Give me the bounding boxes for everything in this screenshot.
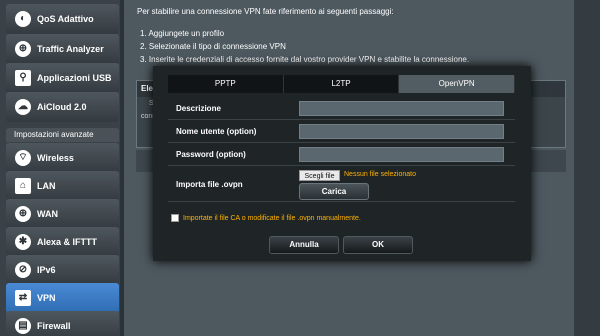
upload-button[interactable]: Carica [299, 183, 369, 200]
step-1: 1. Aggiungete un profilo [140, 29, 225, 38]
tab-l2tp[interactable]: L2TP [283, 75, 400, 93]
alexa-icon: ✱ [15, 234, 31, 250]
sidebar-item-lan[interactable]: ⌂ LAN [6, 171, 119, 201]
globe-icon: ⊕ [15, 206, 31, 222]
lan-icon: ⌂ [15, 178, 31, 194]
vpn-intro-text: Per stabilire una connessione VPN fate r… [137, 7, 394, 16]
description-row: Descrizione [168, 97, 515, 120]
import-ovpn-label: Importa file .ovpn [176, 180, 243, 189]
import-ovpn-row: Importa file .ovpn Scegli file Nessun fi… [168, 166, 515, 202]
vpn-profile-dialog: PPTP L2TP OpenVPN Descrizione Nome utent… [153, 66, 531, 261]
sidebar-item-label: LAN [37, 181, 56, 191]
sidebar-item-label: Wireless [37, 153, 74, 163]
ca-checkbox[interactable] [171, 214, 179, 222]
globe-icon: ⊕ [15, 41, 31, 57]
sidebar: ◐ QoS Adattivo ⊕ Traffic Analyzer ⚲ Appl… [0, 0, 120, 336]
password-input[interactable] [299, 147, 504, 162]
username-input[interactable] [299, 124, 504, 139]
wireless-icon: ⌔ [15, 150, 31, 166]
username-row: Nome utente (option) [168, 120, 515, 143]
sidebar-item-alexa-ifttt[interactable]: ✱ Alexa & IFTTT [6, 227, 119, 257]
sidebar-item-aicloud[interactable]: ☁ AiCloud 2.0 [6, 92, 119, 122]
sidebar-item-label: Firewall [37, 321, 71, 331]
ok-button[interactable]: OK [343, 236, 413, 254]
qos-icon: ◐ [15, 11, 31, 27]
sidebar-item-vpn[interactable]: ⇄ VPN [6, 283, 119, 313]
sidebar-item-label: QoS Adattivo [37, 14, 94, 24]
sidebar-item-wan[interactable]: ⊕ WAN [6, 199, 119, 229]
sidebar-item-wireless[interactable]: ⌔ Wireless [6, 143, 119, 173]
sidebar-item-label: AiCloud 2.0 [37, 102, 87, 112]
sidebar-item-label: IPv6 [37, 265, 56, 275]
step-2: 2. Selezionate il tipo di connessione VP… [140, 42, 286, 51]
cloud-icon: ☁ [15, 99, 31, 115]
advanced-settings-header: Impostazioni avanzate [6, 128, 119, 142]
password-row: Password (option) [168, 143, 515, 166]
sidebar-item-firewall[interactable]: ▤ Firewall [6, 311, 119, 336]
sidebar-item-usb[interactable]: ⚲ Applicazioni USB [6, 63, 119, 93]
sidebar-item-label: WAN [37, 209, 58, 219]
sidebar-item-label: Applicazioni USB [37, 73, 112, 83]
ipv6-icon: ⊘ [15, 262, 31, 278]
step-3: 3. Inserite le credenziali di accesso fo… [140, 55, 470, 64]
right-edge [574, 0, 600, 336]
ca-option: Importate il file CA o modificate il fil… [171, 214, 361, 222]
usb-icon: ⚲ [15, 70, 31, 86]
no-file-status: Nessun file selezionato [344, 171, 416, 178]
ca-option-label[interactable]: Importate il file CA o modificate il fil… [183, 215, 361, 222]
sidebar-item-ipv6[interactable]: ⊘ IPv6 [6, 255, 119, 285]
sidebar-item-label: Traffic Analyzer [37, 44, 104, 54]
sidebar-item-label: Alexa & IFTTT [37, 237, 98, 247]
vpn-icon: ⇄ [15, 290, 31, 306]
choose-file-button[interactable]: Scegli file [299, 170, 340, 181]
description-label: Descrizione [176, 104, 221, 113]
sidebar-item-label: VPN [37, 293, 56, 303]
cancel-button[interactable]: Annulla [269, 236, 339, 254]
vpn-type-tabs: PPTP L2TP OpenVPN [168, 75, 516, 93]
tab-pptp[interactable]: PPTP [168, 75, 284, 93]
tab-openvpn[interactable]: OpenVPN [399, 75, 516, 93]
openvpn-form: Descrizione Nome utente (option) Passwor… [168, 97, 515, 202]
sidebar-item-qos[interactable]: ◐ QoS Adattivo [6, 4, 119, 34]
password-label: Password (option) [176, 150, 246, 159]
username-label: Nome utente (option) [176, 127, 257, 136]
vpn-steps: 1. Aggiungete un profilo 2. Selezionate … [140, 27, 469, 66]
description-input[interactable] [299, 101, 504, 116]
firewall-icon: ▤ [15, 318, 31, 334]
sidebar-item-traffic-analyzer[interactable]: ⊕ Traffic Analyzer [6, 34, 119, 64]
